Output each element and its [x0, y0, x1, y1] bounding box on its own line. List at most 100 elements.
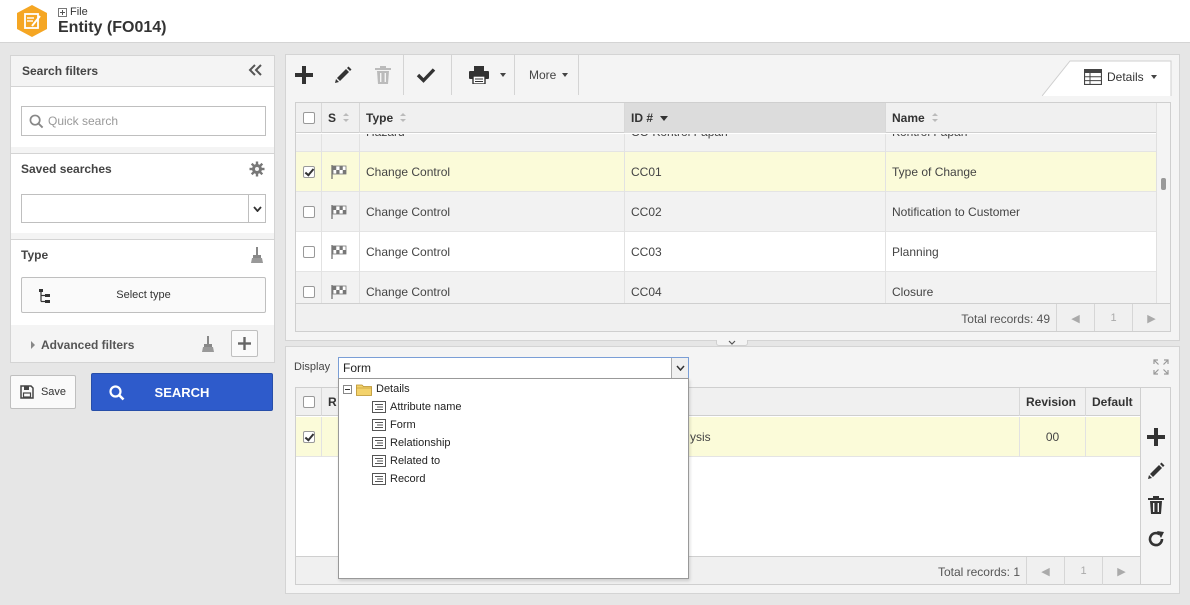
column-header-name[interactable]: Name [886, 103, 1156, 133]
row-checkbox[interactable] [303, 206, 315, 218]
select-all-checkbox[interactable] [303, 396, 315, 408]
select-type-button[interactable]: Select type [21, 277, 266, 313]
row-name: Planning [892, 245, 939, 259]
table-row[interactable]: Change Control CC03 Planning [296, 232, 1156, 272]
tree-node-form[interactable]: Form [372, 417, 416, 433]
saved-searches-select[interactable] [21, 194, 266, 223]
row-checkbox[interactable] [303, 286, 315, 298]
add-filter-button[interactable] [231, 330, 258, 357]
clear-advanced-broom-icon[interactable] [202, 336, 214, 352]
sort-icon [931, 113, 938, 123]
edit-detail-button[interactable] [1145, 460, 1167, 482]
saved-searches-label: Saved searches [21, 162, 112, 176]
save-label: Save [40, 386, 67, 398]
expand-plus-icon [58, 7, 67, 17]
table-grid-icon [1084, 69, 1102, 85]
page-number: 1 [1064, 557, 1102, 585]
tree-node-relationship[interactable]: Relationship [372, 435, 451, 451]
sort-descending-icon [660, 115, 669, 121]
table-row[interactable]: Change Control CC01 Type of Change [296, 152, 1156, 192]
column-header-id[interactable]: ID # [625, 103, 886, 133]
row-select-cell [296, 192, 322, 232]
maximize-arrows-icon[interactable] [1153, 359, 1169, 375]
row-select-cell [296, 152, 322, 192]
row-checkbox[interactable] [303, 431, 315, 443]
vertical-scrollbar[interactable] [1156, 103, 1170, 303]
chevron-down-icon[interactable] [671, 358, 688, 378]
row-status-cell [322, 134, 360, 152]
form-field-icon [372, 455, 386, 467]
breadcrumb-file: File [70, 6, 88, 18]
table-row[interactable]: Change Control CC04 Closure [296, 272, 1156, 304]
search-filters-header: Search filters [11, 56, 274, 86]
column-header-default[interactable]: Default [1086, 388, 1140, 416]
form-field-icon [372, 473, 386, 485]
collapse-minus-icon[interactable] [343, 384, 352, 394]
row-type: Change Control [360, 152, 625, 192]
folder-icon [356, 384, 372, 396]
column-id-label: ID # [631, 111, 654, 125]
row-checkbox[interactable] [303, 166, 315, 178]
row-select-cell [296, 417, 322, 457]
add-detail-button[interactable] [1145, 426, 1167, 448]
select-all-checkbox[interactable] [303, 112, 315, 124]
table-row[interactable]: Hazard CC-Kontrol Fapan Kontrol Fapan [296, 134, 1156, 152]
tree-item-label: Relationship [390, 437, 451, 449]
hierarchy-tree-icon [39, 289, 50, 303]
quick-search-box[interactable] [21, 106, 266, 136]
breadcrumb[interactable]: File [58, 6, 88, 18]
row-revision: 00 [1020, 417, 1086, 457]
app-header: File Entity (FO014) [0, 0, 1190, 43]
tree-node-attribute-name[interactable]: Attribute name [372, 399, 462, 415]
chevron-down-icon [728, 340, 736, 345]
collapse-double-chevron-icon[interactable] [248, 63, 262, 77]
advanced-filters-toggle[interactable]: Advanced filters [31, 338, 134, 352]
tree-node-details[interactable]: Details [343, 381, 410, 397]
column-header-s[interactable]: S [322, 103, 360, 133]
select-all-cell [296, 103, 322, 133]
table-body: Hazard CC-Kontrol Fapan Kontrol Fapan Ch… [296, 134, 1156, 304]
row-id: CC-Kontrol Fapan [625, 134, 886, 152]
previous-page-button[interactable]: ◀ [1056, 304, 1094, 331]
search-button[interactable]: SEARCH [91, 373, 273, 411]
delete-detail-button[interactable] [1145, 494, 1167, 516]
column-r-label: R [328, 395, 337, 409]
tree-node-record[interactable]: Record [372, 471, 425, 487]
delete-record-button[interactable] [370, 55, 396, 95]
save-search-button[interactable]: Save [10, 375, 76, 409]
refresh-button[interactable] [1145, 528, 1167, 550]
printer-icon [468, 66, 489, 84]
previous-page-button[interactable]: ◀ [1026, 557, 1064, 585]
checkered-flag-icon [331, 285, 347, 299]
column-header-type[interactable]: Type [360, 103, 625, 133]
edit-record-button[interactable] [330, 55, 356, 95]
row-name: Notification to Customer [892, 205, 1021, 219]
quick-search-input[interactable] [22, 107, 265, 135]
display-select[interactable]: Form [338, 357, 689, 379]
scrollbar-thumb[interactable] [1161, 178, 1166, 190]
add-record-button[interactable] [291, 55, 317, 95]
tree-node-related-to[interactable]: Related to [372, 453, 440, 469]
next-page-button[interactable]: ▶ [1102, 557, 1140, 585]
next-page-button[interactable]: ▶ [1132, 304, 1170, 331]
checkered-flag-icon [331, 245, 347, 259]
table-row[interactable]: Change Control CC02 Notification to Cust… [296, 192, 1156, 232]
form-field-icon [372, 401, 386, 413]
more-menu-button[interactable]: More [515, 55, 582, 95]
toolbar-divider [578, 55, 579, 95]
chevron-down-icon[interactable] [248, 195, 265, 222]
print-button[interactable] [462, 55, 512, 95]
gear-icon[interactable] [249, 161, 265, 177]
row-status-cell [322, 192, 360, 232]
row-type: Change Control [360, 232, 625, 272]
row-checkbox[interactable] [303, 246, 315, 258]
chevron-down-icon [1150, 75, 1157, 79]
details-view-tab[interactable]: Details [1042, 60, 1172, 96]
table-header: S Type ID # Name [296, 103, 1156, 133]
row-name: Kontrol Fapan [886, 134, 1156, 152]
column-header-revision[interactable]: Revision [1020, 388, 1086, 416]
clear-broom-icon[interactable] [251, 247, 263, 263]
row-status-cell [322, 232, 360, 272]
column-type-label: Type [366, 111, 394, 125]
confirm-button[interactable] [413, 55, 439, 95]
